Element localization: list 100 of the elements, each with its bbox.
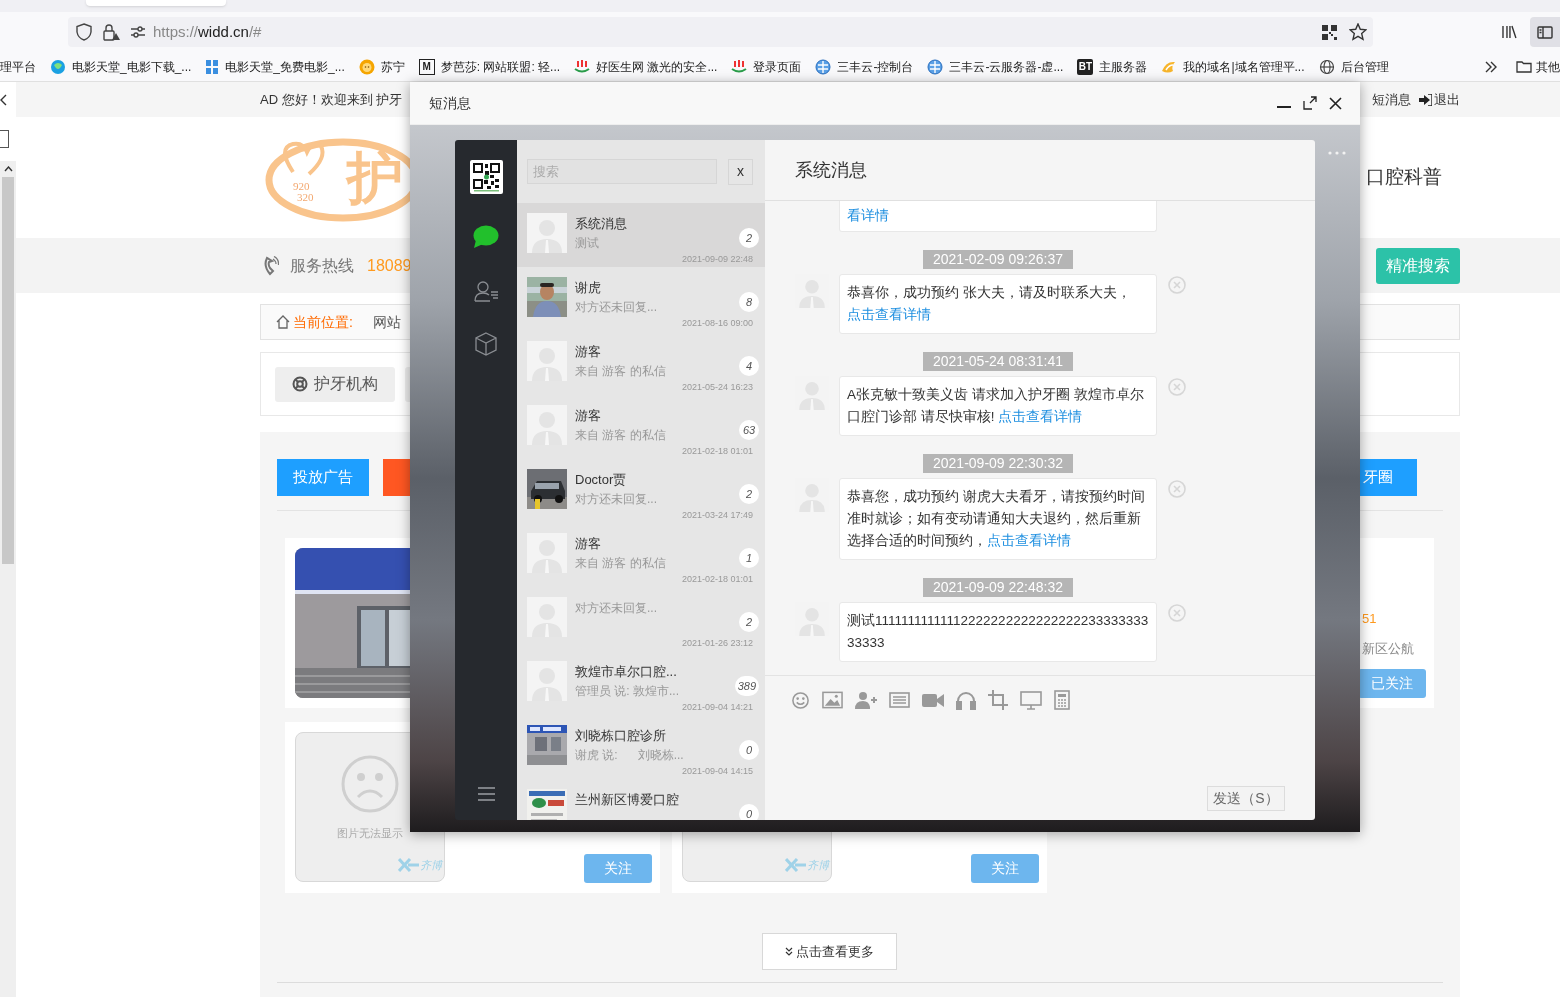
unread-badge: 8 [739, 292, 759, 312]
unread-badge: 1 [739, 548, 759, 568]
qr-code-icon[interactable] [1322, 24, 1338, 40]
timestamp: 2021-08-16 09:00 [681, 316, 753, 330]
logo-text: 齐博 [807, 857, 829, 873]
bookmark-link[interactable]: 电影天堂_电影下载_... [72, 57, 192, 76]
conversation-item[interactable]: 兰州新区博爱口腔 0 [517, 779, 765, 820]
timestamp: 2021-02-18 01:01 [681, 444, 753, 458]
bookmark-icon [731, 59, 748, 74]
close-icon[interactable] [1329, 96, 1342, 110]
breadcrumb-link[interactable]: 网站 [372, 311, 401, 333]
video-icon[interactable] [922, 692, 944, 708]
bookmark-link[interactable]: 三丰云-控制台 [837, 57, 914, 76]
calculator-icon[interactable] [1054, 690, 1070, 710]
scroll-up-icon[interactable] [3, 166, 13, 172]
messages-link[interactable]: 短消息 [1372, 89, 1411, 110]
star-icon[interactable] [1349, 23, 1368, 41]
message-preview: 测试 [575, 236, 600, 251]
qr-code-icon[interactable] [469, 160, 503, 194]
chevron-left-icon[interactable] [0, 93, 7, 106]
conversation-item[interactable]: 刘晓栋口腔诊所 谢虎 说: 刘晓栋... 0 2021-09-04 14:15 [517, 715, 765, 779]
conversation-item[interactable]: 对方还未回复... 2 2021-01-26 23:12 [517, 587, 765, 651]
conversation-item[interactable]: Doctor贾 对方还未回复... 2 2021-03-24 17:49 [517, 459, 765, 523]
bookmark-icon [205, 58, 220, 75]
contact-name: 系统消息 [575, 216, 627, 232]
timestamp: 2021-01-26 23:12 [681, 636, 753, 650]
sidebar-button[interactable] [1530, 17, 1560, 47]
details-link[interactable]: 点击查看详情 [847, 307, 931, 322]
details-link[interactable]: 看详情 [847, 208, 889, 223]
chevron-double-right-icon[interactable] [1484, 60, 1498, 73]
phone-icon [263, 255, 279, 276]
crop-icon[interactable] [988, 690, 1008, 710]
bookmark-link[interactable]: 主服务器 [1099, 57, 1148, 76]
library-icon[interactable] [1501, 25, 1518, 39]
search-field[interactable]: 搜索 [527, 159, 717, 184]
timestamp: 2021-05-24 08:31:41 [923, 352, 1073, 371]
cube-icon[interactable] [475, 332, 497, 356]
image-icon[interactable] [822, 691, 843, 709]
welcome-text: AD 您好！欢迎来到 护牙 [260, 90, 403, 109]
chevron-double-down-icon [785, 947, 793, 956]
bookmark-link[interactable]: 登录页面 [753, 57, 802, 76]
conversation-item[interactable]: 游客 来自 游客 的私信 4 2021-05-24 16:23 [517, 331, 765, 395]
conversation-item[interactable]: 系统消息 测试 2 2021-09-09 22:48 [517, 203, 765, 267]
bookmark-link[interactable]: 好医生网 激光的安全... [596, 57, 718, 76]
send-button[interactable]: 发送（S） [1207, 786, 1285, 811]
emoji-icon[interactable] [791, 690, 810, 710]
bookmark-icon [50, 58, 66, 75]
bookmark-link[interactable]: 苏宁 [380, 57, 405, 76]
logo-number: 920 [293, 179, 310, 192]
home-icon[interactable] [276, 315, 290, 329]
logo-number: 320 [297, 190, 314, 203]
message-preview: 来自 游客 的私信 [575, 428, 666, 443]
bookmark-link[interactable]: 三丰云-云服务器-虚... [949, 57, 1064, 76]
bookmark-icon [574, 59, 591, 74]
sun-icon [358, 58, 375, 75]
permissions-icon[interactable] [130, 26, 146, 38]
clear-button[interactable]: x [728, 158, 753, 185]
unread-badge: 389 [734, 676, 759, 696]
category-button[interactable]: 护牙机构 [275, 366, 395, 402]
conversation-item[interactable]: 游客 来自 游客 的私信 1 2021-02-18 01:01 [517, 523, 765, 587]
message-preview: 对方还未回复... [575, 492, 657, 507]
bookmark-link[interactable]: 梦芭莎: 网站联盟: 轻... [440, 57, 561, 76]
scrollbar-thumb[interactable] [2, 177, 14, 564]
timestamp: 2021-03-24 17:49 [681, 508, 753, 522]
contact-name: 游客 [575, 408, 602, 424]
headphones-icon[interactable] [956, 690, 976, 710]
message-preview: 管理员 说: 敦煌市... [575, 684, 679, 699]
bookmark-link[interactable]: 电影天堂_免费电影_... [225, 57, 345, 76]
logo-text: 护 [347, 147, 403, 208]
unread-badge: 2 [739, 228, 759, 248]
bookmark-link[interactable]: 理平台 [0, 57, 36, 76]
load-more-button[interactable]: 点击查看更多 [762, 933, 897, 970]
bookmark-link[interactable]: 后台管理 [1340, 57, 1389, 76]
timestamp: 2021-09-09 22:30:32 [923, 454, 1073, 473]
message-preview: 谢虎 说: 刘晓栋... [575, 748, 684, 763]
details-link[interactable]: 点击查看详情 [987, 533, 1071, 548]
bookmark-link[interactable]: 我的域名|域名管理平... [1183, 57, 1305, 76]
logout-link[interactable]: 退出 [1419, 89, 1460, 110]
folder-icon [1516, 60, 1532, 73]
contacts-icon[interactable] [473, 280, 499, 302]
url-text[interactable]: https://widd.cn/# [153, 20, 262, 44]
message-preview: 对方还未回复... [575, 600, 657, 616]
bookmark-folder[interactable]: 其他 [1536, 57, 1560, 76]
shield-icon [76, 23, 92, 41]
address-bar[interactable]: https://widd.cn/# [68, 17, 1374, 47]
conversation-item[interactable]: 谢虎 对方还未回复... 8 2021-08-16 09:00 [517, 267, 765, 331]
maximize-icon[interactable] [1303, 96, 1317, 110]
lock-icon [102, 23, 120, 41]
conversation-item[interactable]: 游客 来自 游客 的私信 63 2021-02-18 01:01 [517, 395, 765, 459]
nav-link[interactable]: 口腔科普 [1366, 163, 1442, 192]
details-link[interactable]: 点击查看详情 [998, 409, 1083, 424]
unread-badge: 4 [739, 356, 759, 376]
menu-icon[interactable] [477, 787, 495, 801]
unread-badge: 2 [739, 612, 759, 632]
logo-text: 齐博 [420, 857, 442, 873]
chat-icon[interactable] [473, 225, 499, 249]
text-field[interactable] [0, 130, 9, 148]
conversation-item[interactable]: 敦煌市卓尔口腔... 管理员 说: 敦煌市... 389 2021-09-04 14:21 [517, 651, 765, 715]
sad-face-icon [341, 755, 399, 813]
add-user-icon[interactable] [855, 691, 877, 709]
